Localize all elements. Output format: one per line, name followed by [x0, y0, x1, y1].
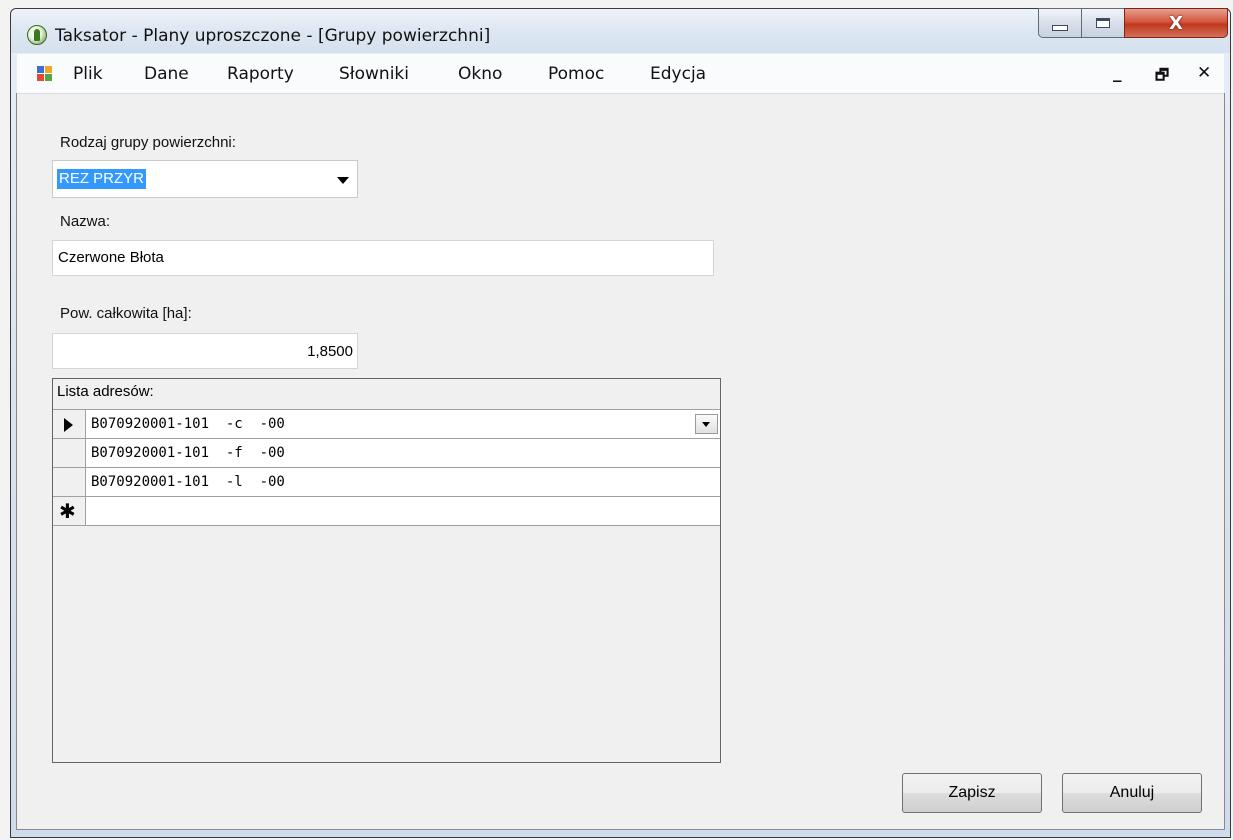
group-type-value: REZ PRZYR — [57, 169, 147, 189]
table-row[interactable]: B070920001-101 -c -00 — [53, 410, 720, 439]
table-row[interactable]: B070920001-101 -l -00 — [53, 468, 720, 497]
menu-raporty[interactable]: Raporty — [227, 64, 294, 84]
table-row[interactable]: B070920001-101 -f -00 — [53, 439, 720, 468]
row-header[interactable] — [53, 410, 86, 439]
new-table-row[interactable]: ✱ — [53, 497, 720, 526]
area-field[interactable]: 1,8500 — [52, 333, 358, 369]
menu-bar: Plik Dane Raporty Słowniki Okno Pomoc Ed… — [17, 54, 1224, 94]
menu-okno[interactable]: Okno — [458, 64, 502, 84]
form-panel: Rodzaj grupy powierzchni: REZ PRZYR Nazw… — [0, 0, 1233, 840]
address-cell[interactable]: B070920001-101 -l -00 — [86, 468, 720, 497]
menu-slowniki[interactable]: Słowniki — [339, 64, 409, 84]
group-type-label: Rodzaj grupy powierzchni: — [60, 134, 236, 151]
row-header[interactable]: ✱ — [53, 497, 86, 526]
address-cell[interactable]: B070920001-101 -c -00 — [86, 410, 720, 439]
new-row-icon: ✱ — [59, 499, 76, 523]
cancel-button[interactable]: Anuluj — [1062, 773, 1202, 813]
menu-pomoc[interactable]: Pomoc — [548, 64, 604, 84]
chevron-down-icon[interactable] — [695, 414, 718, 434]
chevron-down-icon[interactable] — [337, 177, 349, 184]
name-field[interactable]: Czerwone Błota — [52, 240, 714, 276]
address-list-caption: Lista adresów: — [57, 383, 154, 400]
mdi-close-button[interactable]: ✕ — [1197, 63, 1211, 83]
menu-dane[interactable]: Dane — [144, 64, 189, 84]
row-header[interactable] — [53, 439, 86, 468]
document-icon[interactable] — [37, 66, 53, 82]
address-cell[interactable]: B070920001-101 -f -00 — [86, 439, 720, 468]
menu-edycja[interactable]: Edycja — [650, 64, 706, 84]
menu-plik[interactable]: Plik — [73, 64, 103, 84]
row-header[interactable] — [53, 468, 86, 497]
mdi-minimize-button[interactable]: _ — [1113, 63, 1122, 83]
mdi-restore-button[interactable]: 🗗 — [1155, 65, 1169, 90]
save-button[interactable]: Zapisz — [902, 773, 1042, 813]
current-row-icon — [64, 418, 73, 432]
new-address-cell[interactable] — [86, 497, 720, 526]
name-label: Nazwa: — [60, 213, 111, 230]
group-type-combobox[interactable]: REZ PRZYR — [52, 160, 358, 198]
area-label: Pow. całkowita [ha]: — [60, 305, 192, 322]
address-list-grid[interactable]: Lista adresów: B070920001-101 -c -00 B07… — [52, 378, 721, 763]
